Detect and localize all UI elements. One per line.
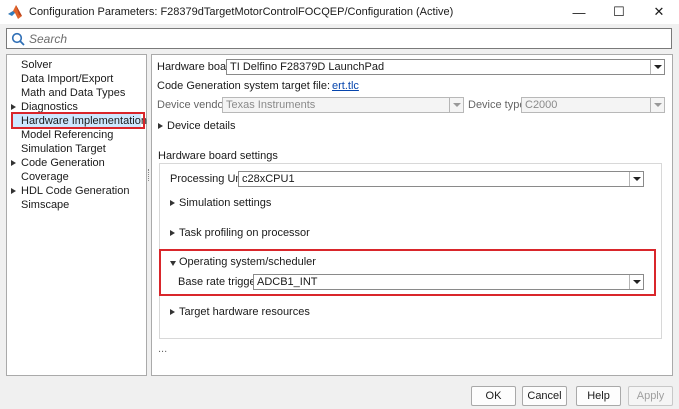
tree-item-label: Math and Data Types <box>21 87 126 99</box>
expand-arrow-icon[interactable] <box>11 160 16 166</box>
close-icon: ✕ <box>653 4 665 19</box>
tree-item-label: Hardware Implementation <box>21 115 147 127</box>
tree-item-label: Code Generation <box>21 157 105 169</box>
device-details-label: Device details <box>167 120 236 132</box>
tree-item-label: Simscape <box>21 199 70 211</box>
simulation-settings-expander[interactable]: Simulation settings <box>170 197 271 209</box>
tree-item-model-referencing[interactable]: Model Referencing <box>21 128 113 142</box>
device-type-value: C2000 <box>525 99 558 111</box>
tree-item-label: HDL Code Generation <box>21 185 130 197</box>
tree-item-label: Simulation Target <box>21 143 106 155</box>
expand-arrow-icon <box>170 309 175 315</box>
tree-item-label: Model Referencing <box>21 129 114 141</box>
task-profiling-label: Task profiling on processor <box>179 227 310 239</box>
tree-item-math-and-data-types[interactable]: Math and Data Types <box>21 86 125 100</box>
tree-item-hdl-code-generation[interactable]: HDL Code Generation <box>11 184 130 198</box>
tree-item-coverage[interactable]: Coverage <box>21 170 69 184</box>
chevron-down-icon[interactable] <box>629 172 643 186</box>
target-resources-expander[interactable]: Target hardware resources <box>170 306 310 318</box>
expand-arrow-icon <box>170 230 175 236</box>
apply-button[interactable]: Apply <box>628 386 673 406</box>
expand-arrow-icon[interactable] <box>11 104 16 110</box>
window-title: Configuration Parameters: F28379dTargetM… <box>29 6 454 18</box>
maximize-icon: ☐ <box>613 4 625 19</box>
hardware-board-dropdown[interactable]: TI Delfino F28379D LaunchPad <box>226 59 665 75</box>
tree-item-simulation-target[interactable]: Simulation Target <box>21 142 106 156</box>
tree-item-label: Coverage <box>21 171 69 183</box>
search-box[interactable] <box>6 28 672 49</box>
tree-item-code-generation[interactable]: Code Generation <box>11 156 105 170</box>
target-resources-label: Target hardware resources <box>179 306 310 318</box>
codegen-target-label: Code Generation system target file: <box>157 80 331 92</box>
processing-unit-dropdown[interactable]: c28xCPU1 <box>238 171 644 187</box>
help-button[interactable]: Help <box>576 386 621 406</box>
device-vendor-dropdown[interactable]: Texas Instruments <box>222 97 464 113</box>
simulation-settings-label: Simulation settings <box>179 197 272 209</box>
settings-panel: Hardware board: TI Delfino F28379D Launc… <box>151 54 673 376</box>
device-vendor-label: Device vendor: <box>157 99 231 111</box>
tree-item-label: Diagnostics <box>21 101 78 113</box>
chevron-down-icon[interactable] <box>650 98 664 112</box>
minimize-icon: — <box>572 4 586 20</box>
search-input[interactable] <box>29 31 659 46</box>
tree-item-data-import-export[interactable]: Data Import/Export <box>21 72 113 86</box>
device-type-dropdown[interactable]: C2000 <box>521 97 665 113</box>
expand-arrow-icon <box>170 200 175 206</box>
cancel-button[interactable]: Cancel <box>522 386 567 406</box>
device-vendor-value: Texas Instruments <box>226 99 316 111</box>
device-type-label: Device type: <box>468 99 529 111</box>
board-settings-heading: Hardware board settings <box>158 150 278 162</box>
title-bar: Configuration Parameters: F28379dTargetM… <box>0 0 679 24</box>
codegen-target-link[interactable]: ert.tlc <box>332 80 359 92</box>
tree-item-label: Solver <box>21 59 53 71</box>
tree-item-label: Data Import/Export <box>21 73 114 85</box>
minimize-button[interactable]: — <box>559 0 599 24</box>
task-profiling-expander[interactable]: Task profiling on processor <box>170 227 310 239</box>
expand-arrow-icon[interactable] <box>11 188 16 194</box>
processing-unit-value: c28xCPU1 <box>242 173 295 185</box>
tree-item-simscape[interactable]: Simscape <box>21 198 69 212</box>
category-tree: Solver Data Import/Export Math and Data … <box>6 54 147 376</box>
ok-button[interactable]: OK <box>471 386 516 406</box>
search-icon <box>11 32 25 46</box>
chevron-down-icon[interactable] <box>650 60 664 74</box>
close-button[interactable]: ✕ <box>639 0 679 24</box>
chevron-down-icon[interactable] <box>449 98 463 112</box>
tree-item-diagnostics[interactable]: Diagnostics <box>11 100 78 114</box>
matlab-logo-icon <box>7 4 23 20</box>
tree-item-hardware-implementation[interactable]: Hardware Implementation <box>13 114 147 128</box>
device-details-expander[interactable]: Device details <box>158 120 235 132</box>
expand-arrow-icon <box>158 123 163 129</box>
os-scheduler-highlight-box <box>159 249 656 296</box>
maximize-button[interactable]: ☐ <box>599 0 639 24</box>
ellipsis-text: ... <box>158 343 168 355</box>
hardware-board-value: TI Delfino F28379D LaunchPad <box>230 61 385 73</box>
splitter-grip-icon[interactable] <box>148 169 150 181</box>
tree-item-solver[interactable]: Solver <box>21 58 52 72</box>
